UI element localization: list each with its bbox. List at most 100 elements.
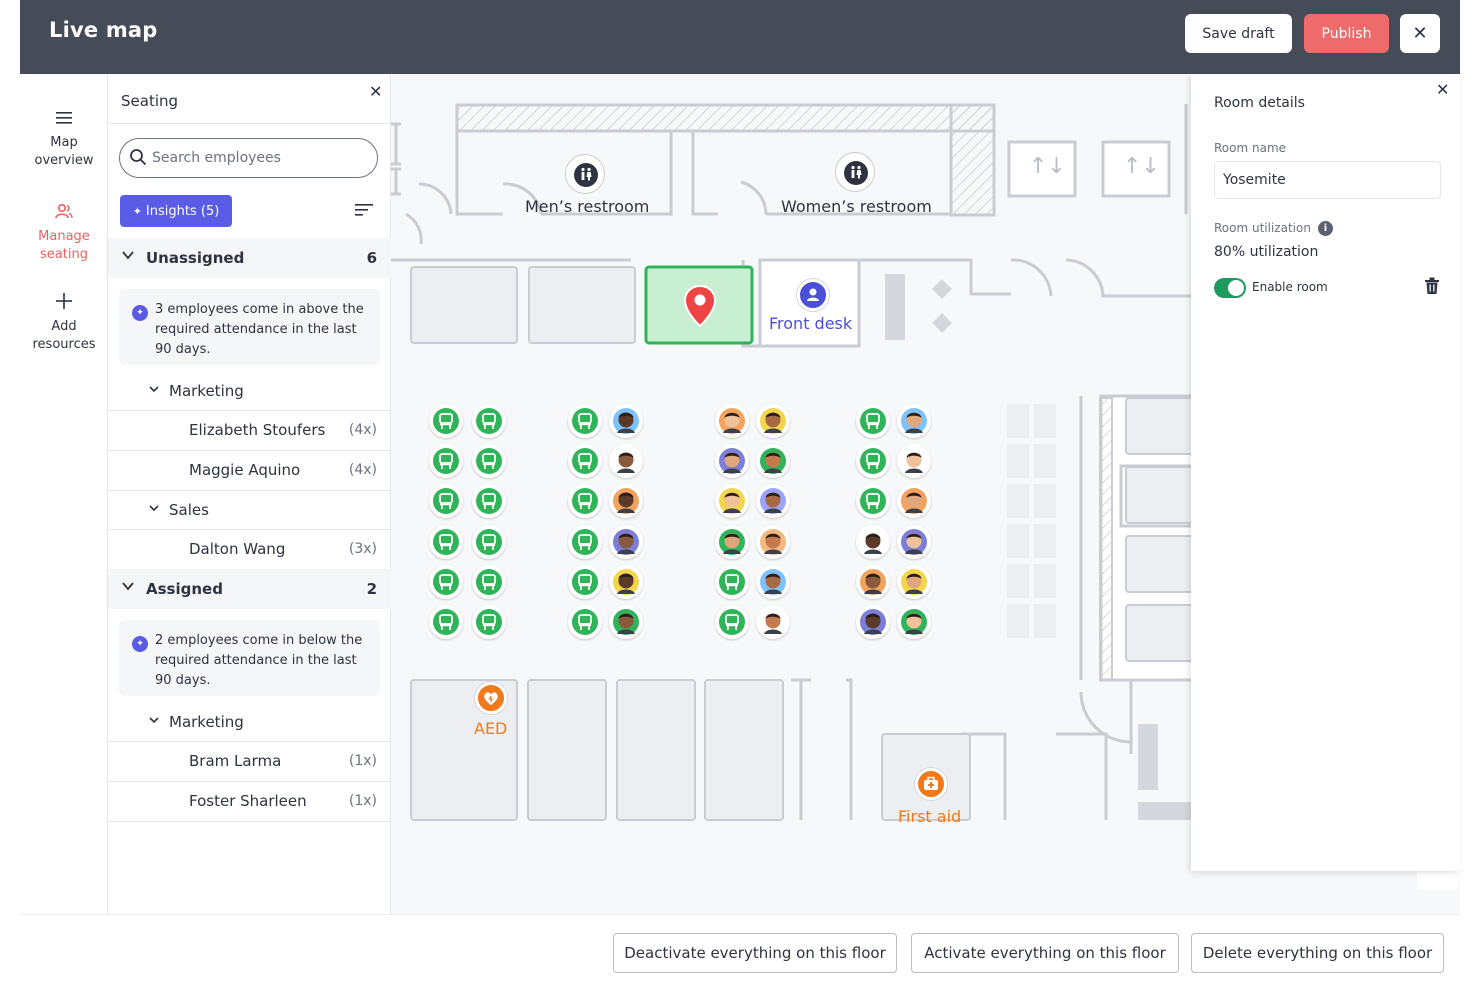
avatar[interactable]: [756, 484, 790, 518]
avatar[interactable]: [756, 525, 790, 559]
desk-marker[interactable]: [472, 525, 506, 559]
mens-restroom-label: Men’s restroom: [525, 197, 650, 216]
save-draft-button[interactable]: Save draft: [1185, 14, 1292, 53]
group-header-unassigned[interactable]: Unassigned 6: [108, 238, 391, 278]
close-icon[interactable]: ✕: [369, 82, 382, 101]
front-desk-marker[interactable]: [797, 279, 829, 311]
search-input[interactable]: [152, 147, 372, 169]
deactivate-floor-button[interactable]: Deactivate everything on this floor: [613, 933, 897, 973]
avatar[interactable]: [856, 565, 890, 599]
desk-marker[interactable]: [715, 605, 749, 639]
employee-name: Elizabeth Stoufers: [189, 421, 326, 439]
rail-item-add-resources[interactable]: Add resources: [20, 290, 108, 354]
room-name-input[interactable]: [1214, 161, 1441, 199]
desk-icon: [433, 488, 459, 514]
list-item[interactable]: Elizabeth Stoufers (4x): [108, 411, 391, 451]
trash-icon[interactable]: [1424, 277, 1440, 295]
avatar[interactable]: [715, 525, 749, 559]
desk-marker[interactable]: [472, 404, 506, 438]
avatar-icon: [719, 529, 745, 555]
department-marketing[interactable]: Marketing: [108, 372, 391, 411]
desk-marker[interactable]: [568, 444, 602, 478]
utilization-value: 80% utilization: [1214, 244, 1319, 260]
desk-marker[interactable]: [472, 605, 506, 639]
aed-marker[interactable]: [475, 682, 507, 714]
avatar[interactable]: [897, 605, 931, 639]
desk-icon: [476, 408, 502, 434]
department-marketing[interactable]: Marketing: [108, 703, 391, 742]
avatar[interactable]: [609, 404, 643, 438]
avatar[interactable]: [897, 444, 931, 478]
avatar[interactable]: [715, 404, 749, 438]
group-count: 6: [366, 249, 377, 267]
department-sales[interactable]: Sales: [108, 491, 391, 530]
desk-marker[interactable]: [856, 404, 890, 438]
delete-floor-button[interactable]: Delete everything on this floor: [1191, 933, 1444, 973]
list-item[interactable]: Dalton Wang (3x): [108, 530, 391, 570]
avatar[interactable]: [609, 565, 643, 599]
desk-marker[interactable]: [429, 605, 463, 639]
avatar[interactable]: [756, 605, 790, 639]
avatar[interactable]: [609, 525, 643, 559]
close-icon[interactable]: ✕: [1400, 14, 1440, 53]
desk-marker[interactable]: [715, 565, 749, 599]
avatar[interactable]: [756, 444, 790, 478]
avatar-icon: [901, 408, 927, 434]
desk-marker[interactable]: [568, 484, 602, 518]
restroom-marker[interactable]: [835, 152, 875, 192]
avatar[interactable]: [609, 605, 643, 639]
close-icon[interactable]: ✕: [1436, 80, 1449, 99]
activate-floor-button[interactable]: Activate everything on this floor: [911, 933, 1179, 973]
list-item[interactable]: Bram Larma (1x): [108, 742, 391, 782]
avatar[interactable]: [715, 484, 749, 518]
desk-marker[interactable]: [429, 484, 463, 518]
avatar[interactable]: [897, 565, 931, 599]
avatar[interactable]: [756, 404, 790, 438]
avatar-icon: [760, 529, 786, 555]
desk-icon: [476, 609, 502, 635]
desk-icon: [572, 488, 598, 514]
list-item[interactable]: Foster Sharleen (1x): [108, 782, 391, 822]
avatar[interactable]: [897, 484, 931, 518]
avatar[interactable]: [856, 605, 890, 639]
rail-item-map-overview[interactable]: Map overview: [20, 106, 108, 170]
group-header-assigned[interactable]: Assigned 2: [108, 569, 391, 609]
desk-marker[interactable]: [856, 444, 890, 478]
desk-marker[interactable]: [429, 404, 463, 438]
location-pin-icon[interactable]: [683, 284, 717, 328]
avatar[interactable]: [715, 444, 749, 478]
people-icon: [20, 200, 108, 224]
desk-marker[interactable]: [429, 525, 463, 559]
publish-button[interactable]: Publish: [1304, 14, 1389, 53]
desk-marker[interactable]: [429, 565, 463, 599]
list-item[interactable]: Maggie Aquino (4x): [108, 451, 391, 491]
desk-icon: [433, 408, 459, 434]
desk-icon: [433, 609, 459, 635]
desk-marker[interactable]: [568, 605, 602, 639]
desk-marker[interactable]: [568, 565, 602, 599]
rail-item-manage-seating[interactable]: Manage seating: [20, 200, 108, 264]
avatar[interactable]: [609, 484, 643, 518]
avatar[interactable]: [897, 404, 931, 438]
avatar[interactable]: [897, 525, 931, 559]
enable-room-toggle[interactable]: [1214, 278, 1246, 298]
desk-marker[interactable]: [472, 565, 506, 599]
info-icon[interactable]: i: [1318, 221, 1333, 236]
desk-marker[interactable]: [568, 404, 602, 438]
avatar-icon: [760, 448, 786, 474]
avatar[interactable]: [609, 444, 643, 478]
insight-text: 3 employees come in above the required a…: [155, 302, 364, 357]
insights-button[interactable]: ✦ Insights (5): [120, 195, 232, 227]
desk-marker[interactable]: [856, 484, 890, 518]
desk-marker[interactable]: [568, 525, 602, 559]
restroom-marker[interactable]: [565, 154, 605, 194]
desk-marker[interactable]: [472, 444, 506, 478]
avatar[interactable]: [756, 565, 790, 599]
first-aid-marker[interactable]: [915, 768, 947, 800]
sort-icon[interactable]: [354, 201, 374, 219]
desk-marker[interactable]: [429, 444, 463, 478]
avatar[interactable]: [856, 525, 890, 559]
desk-marker[interactable]: [472, 484, 506, 518]
map-control-stub[interactable]: [1417, 870, 1459, 890]
footer-bar: Deactivate everything on this floor Acti…: [20, 914, 1460, 987]
